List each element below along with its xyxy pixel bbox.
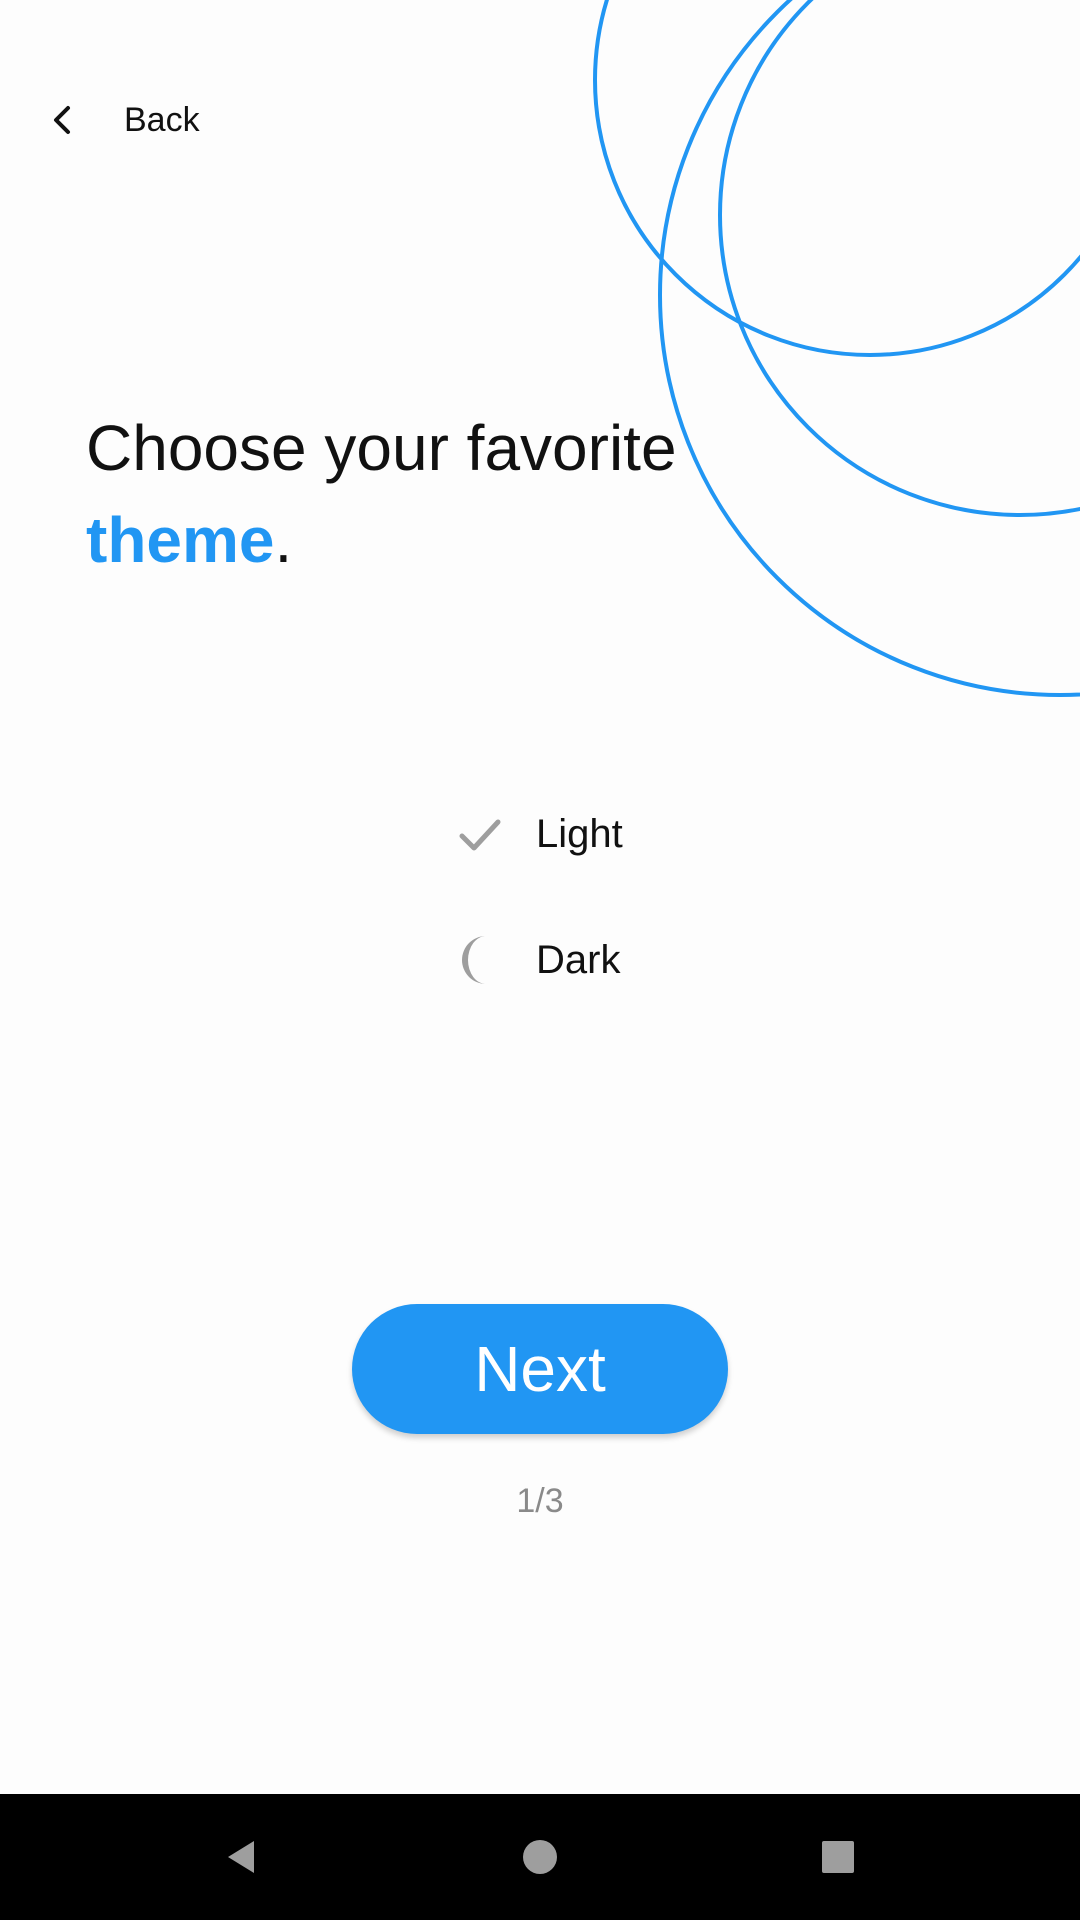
check-icon: [440, 794, 520, 874]
theme-option-dark[interactable]: Dark: [440, 920, 680, 1000]
nav-recents-icon[interactable]: [798, 1817, 878, 1897]
back-button[interactable]: Back: [40, 92, 200, 148]
theme-option-label: Light: [536, 811, 623, 856]
title-accent: theme: [86, 504, 275, 576]
page-indicator: 1/3: [516, 1482, 564, 1520]
back-label: Back: [124, 100, 200, 139]
theme-option-label: Dark: [536, 937, 621, 982]
system-navigation-bar: [0, 1794, 1080, 1920]
deco-circle-3: [658, 0, 1080, 697]
moon-icon: [440, 920, 520, 1000]
deco-circle-1: [593, 0, 1080, 357]
nav-home-icon[interactable]: [500, 1817, 580, 1897]
nav-back-icon[interactable]: [202, 1817, 282, 1897]
theme-option-light[interactable]: Light: [440, 794, 680, 874]
chevron-left-icon: [54, 106, 70, 134]
deco-circle-2: [718, 0, 1080, 517]
title-line-1: Choose your favorite: [86, 412, 677, 484]
page-title: Choose your favorite theme.: [86, 402, 677, 586]
title-suffix: .: [274, 504, 293, 576]
next-button[interactable]: Next: [352, 1304, 728, 1434]
onboarding-screen: Back Choose your favorite theme. Light D…: [0, 0, 1080, 1794]
decorative-circles: [593, 0, 1080, 697]
